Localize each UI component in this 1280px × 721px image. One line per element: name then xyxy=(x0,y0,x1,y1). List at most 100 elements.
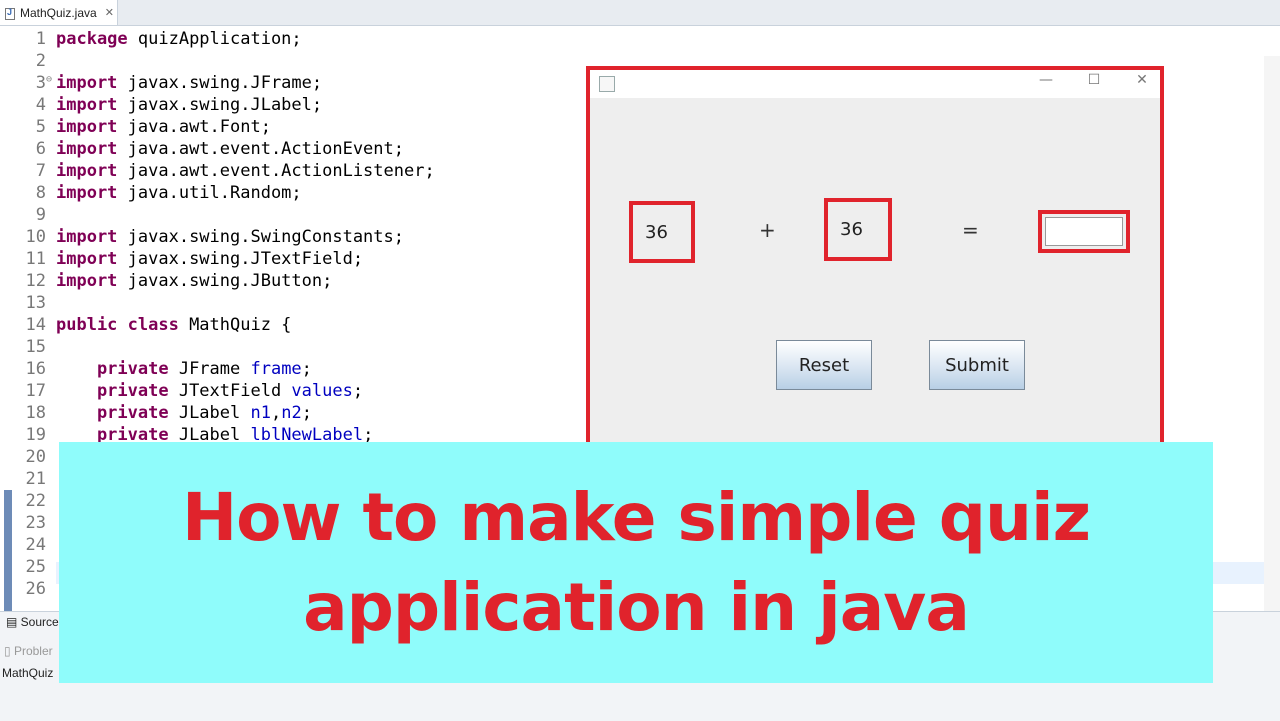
code-line[interactable]: 20 xyxy=(0,446,56,468)
answer-field[interactable] xyxy=(1038,210,1130,253)
keyword: public class xyxy=(56,315,179,335)
line-number: 12 xyxy=(25,271,46,291)
code-line[interactable]: 12 import javax.swing.JButton; xyxy=(0,270,333,292)
code-line[interactable]: 24 xyxy=(0,534,56,556)
keyword: package xyxy=(56,29,128,49)
code-line[interactable]: 17 private JTextField values; xyxy=(0,380,364,402)
keyword: private xyxy=(56,359,169,379)
code-text: java.awt.event.ActionEvent; xyxy=(117,139,404,159)
line-number: 19 xyxy=(25,425,46,445)
keyword: import xyxy=(56,139,118,159)
editor-tabbar: MathQuiz.java ✕ xyxy=(0,0,1280,26)
line-number: 9 xyxy=(35,205,46,225)
keyword: import xyxy=(56,117,118,137)
code-line[interactable]: 11 import javax.swing.JTextField; xyxy=(0,248,364,270)
keyword: import xyxy=(56,271,118,291)
line-number: 11 xyxy=(25,249,46,269)
code-line[interactable]: 3 import javax.swing.JFrame; ⊖ xyxy=(0,72,322,94)
code-text: ; xyxy=(301,359,312,379)
code-text: javax.swing.JLabel; xyxy=(117,95,323,115)
code-text: JLabel xyxy=(168,403,251,423)
field-name: n2 xyxy=(281,403,302,423)
code-text: ; xyxy=(301,403,312,423)
code-line[interactable]: 14 public class MathQuiz { xyxy=(0,314,292,336)
answer-input[interactable] xyxy=(1045,217,1123,246)
code-text: javax.swing.JTextField; xyxy=(117,249,364,269)
quiz-window: — ☐ ✕ 36 + 36 = Reset Submit xyxy=(586,66,1164,460)
code-text: ; xyxy=(352,381,364,401)
tab-source[interactable]: ▤ Source xyxy=(6,615,59,629)
code-line[interactable]: 8 import java.util.Random; xyxy=(0,182,302,204)
line-number: 10 xyxy=(25,227,46,247)
title-banner: How to make simple quiz application in j… xyxy=(59,442,1213,683)
number-two-label: 36 xyxy=(824,198,892,261)
reset-button[interactable]: Reset xyxy=(776,340,872,390)
line-number: 5 xyxy=(35,117,46,137)
java-file-icon xyxy=(4,7,16,20)
tab-mathquiz-java[interactable]: MathQuiz.java ✕ xyxy=(0,0,118,25)
keyword: import xyxy=(56,227,118,247)
keyword: import xyxy=(56,95,118,115)
line-number: 4 xyxy=(35,95,46,115)
code-line[interactable]: 13 xyxy=(0,292,56,314)
code-line[interactable]: 22 xyxy=(0,490,56,512)
field-name: n1 xyxy=(250,403,271,423)
tab-problems[interactable]: ▯ Probler xyxy=(4,644,53,658)
line-number: 26 xyxy=(25,579,46,599)
field-name: values xyxy=(291,381,353,401)
code-line[interactable]: 6 import java.awt.event.ActionEvent; xyxy=(0,138,404,160)
line-number: 3 xyxy=(35,73,46,93)
number-two-value: 36 xyxy=(840,219,863,240)
minimize-button[interactable]: — xyxy=(1034,72,1058,88)
line-number: 14 xyxy=(25,315,46,335)
number-one-label: 36 xyxy=(629,201,695,263)
code-line[interactable]: 9 xyxy=(0,204,56,226)
number-one-value: 36 xyxy=(645,221,668,243)
close-tab-icon[interactable]: ✕ xyxy=(105,6,114,19)
keyword: import xyxy=(56,249,118,269)
maximize-button[interactable]: ☐ xyxy=(1082,72,1106,88)
equals-label: = xyxy=(962,218,979,242)
code-text: javax.swing.SwingConstants; xyxy=(117,227,404,247)
keyword: import xyxy=(56,161,118,181)
line-number: 24 xyxy=(25,535,46,555)
java-app-icon xyxy=(599,76,615,92)
code-text: javax.swing.JFrame; xyxy=(117,73,323,93)
tab-label: MathQuiz.java xyxy=(20,5,97,20)
line-number: 2 xyxy=(35,51,46,71)
submit-button[interactable]: Submit xyxy=(929,340,1025,390)
code-line[interactable]: 21 xyxy=(0,468,56,490)
code-line[interactable]: 25 xyxy=(0,556,56,578)
code-text: , xyxy=(270,403,282,423)
line-number: 6 xyxy=(35,139,46,159)
code-line[interactable]: 26 xyxy=(0,578,56,600)
code-line[interactable]: 1 package quizApplication; xyxy=(0,28,302,50)
code-line[interactable]: 4 import javax.swing.JLabel; xyxy=(0,94,322,116)
editor-scrollbar[interactable] xyxy=(1264,56,1280,631)
code-line[interactable]: 7 import java.awt.event.ActionListener; xyxy=(0,160,435,182)
line-number: 17 xyxy=(25,381,46,401)
code-line[interactable]: 23 xyxy=(0,512,56,534)
line-number: 21 xyxy=(25,469,46,489)
line-number: 25 xyxy=(25,557,46,577)
code-text: JFrame xyxy=(168,359,251,379)
code-text: java.util.Random; xyxy=(117,183,302,203)
code-line[interactable]: 15 xyxy=(0,336,56,358)
status-text: MathQuiz xyxy=(2,666,54,680)
banner-line-1: How to make simple quiz xyxy=(181,478,1091,556)
operator-label: + xyxy=(759,218,776,242)
code-text: JTextField xyxy=(168,381,292,401)
code-line[interactable]: 18 private JLabel n1,n2; xyxy=(0,402,312,424)
field-name: frame xyxy=(250,359,302,379)
code-text: javax.swing.JButton; xyxy=(117,271,333,291)
fold-icon[interactable]: ⊖ xyxy=(46,69,52,91)
quiz-titlebar: — ☐ ✕ xyxy=(590,70,1160,98)
code-line[interactable]: 16 private JFrame frame; xyxy=(0,358,312,380)
line-number: 8 xyxy=(35,183,46,203)
keyword: import xyxy=(56,183,118,203)
keyword: import xyxy=(56,73,118,93)
keyword: private xyxy=(56,403,169,423)
code-line[interactable]: 5 import java.awt.Font; xyxy=(0,116,271,138)
close-button[interactable]: ✕ xyxy=(1130,72,1154,88)
code-line[interactable]: 10 import javax.swing.SwingConstants; xyxy=(0,226,404,248)
